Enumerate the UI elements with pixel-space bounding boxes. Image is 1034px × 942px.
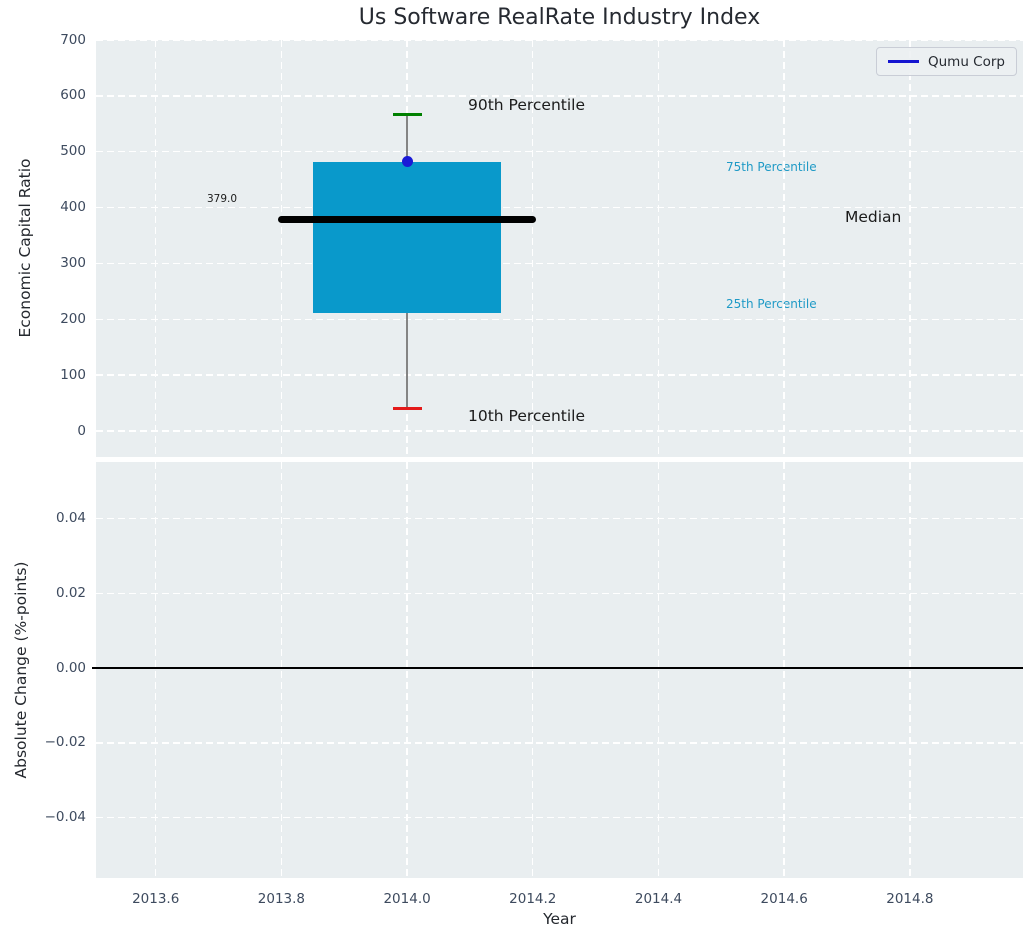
- gridline-vertical: [281, 40, 282, 457]
- y-tick-label: 400: [0, 199, 86, 216]
- annotation-median-value: 379.0: [207, 193, 237, 205]
- whisker-cap-90th: [393, 113, 422, 116]
- y-tick-label: 0.02: [0, 585, 86, 602]
- gridline-vertical: [783, 462, 784, 878]
- gridline-vertical: [909, 462, 910, 878]
- legend-line-sample: [888, 60, 919, 63]
- x-axis-label: Year: [96, 910, 1023, 928]
- gridline-horizontal: [96, 151, 1023, 152]
- median-line: [278, 216, 536, 223]
- gridline-horizontal: [96, 374, 1023, 375]
- gridline-horizontal: [96, 319, 1023, 320]
- y-tick-label: −0.04: [0, 809, 86, 826]
- gridline-horizontal: [96, 817, 1023, 818]
- gridline-vertical: [658, 40, 659, 457]
- y-tick-label: 0: [0, 423, 86, 440]
- gridline-vertical: [406, 462, 407, 878]
- gridline-horizontal: [96, 430, 1023, 431]
- x-tick-label: 2014.4: [623, 891, 693, 908]
- annotation-median: Median: [845, 208, 901, 226]
- gridline-vertical: [783, 40, 784, 457]
- bottom-plot-area: [96, 462, 1023, 878]
- gridline-vertical: [532, 462, 533, 878]
- y-tick-label: 600: [0, 87, 86, 104]
- y-tick-label: −0.02: [0, 734, 86, 751]
- gridline-horizontal: [96, 263, 1023, 264]
- annotation-25th-percentile: 25th Percentile: [726, 297, 817, 311]
- gridline-horizontal: [96, 742, 1023, 743]
- figure: Us Software RealRate Industry Index 90th…: [0, 0, 1034, 942]
- x-tick-label: 2013.8: [246, 891, 316, 908]
- zero-reference-line: [92, 667, 1023, 669]
- x-tick-label: 2014.6: [749, 891, 819, 908]
- y-tick-label: 200: [0, 311, 86, 328]
- gridline-vertical: [909, 40, 910, 457]
- annotation-10th-percentile: 10th Percentile: [468, 407, 585, 425]
- series-marker-qumu-corp: [402, 156, 413, 167]
- gridline-horizontal: [96, 95, 1023, 96]
- gridline-horizontal: [96, 39, 1023, 40]
- gridline-horizontal: [96, 593, 1023, 594]
- y-tick-label: 100: [0, 367, 86, 384]
- x-tick-label: 2014.0: [372, 891, 442, 908]
- y-tick-label: 0.04: [0, 510, 86, 527]
- gridline-vertical: [281, 462, 282, 878]
- whisker-cap-10th: [393, 407, 422, 410]
- y-tick-label: 500: [0, 143, 86, 160]
- top-plot-area: 90th Percentile 75th Percentile Median 2…: [96, 40, 1023, 457]
- gridline-vertical: [532, 40, 533, 457]
- gridline-horizontal: [96, 518, 1023, 519]
- chart-title: Us Software RealRate Industry Index: [96, 5, 1023, 30]
- x-tick-label: 2014.2: [498, 891, 568, 908]
- interquartile-box: [313, 162, 502, 313]
- gridline-vertical: [658, 462, 659, 878]
- y-tick-label: 300: [0, 255, 86, 272]
- legend: Qumu Corp: [876, 47, 1017, 76]
- y-tick-label: 700: [0, 32, 86, 49]
- annotation-75th-percentile: 75th Percentile: [726, 160, 817, 174]
- y-tick-label: 0.00: [0, 660, 86, 677]
- annotation-90th-percentile: 90th Percentile: [468, 96, 585, 114]
- gridline-horizontal: [96, 207, 1023, 208]
- gridline-vertical: [155, 40, 156, 457]
- x-tick-label: 2014.8: [875, 891, 945, 908]
- x-tick-label: 2013.6: [121, 891, 191, 908]
- legend-label: Qumu Corp: [928, 54, 1005, 70]
- gridline-vertical: [155, 462, 156, 878]
